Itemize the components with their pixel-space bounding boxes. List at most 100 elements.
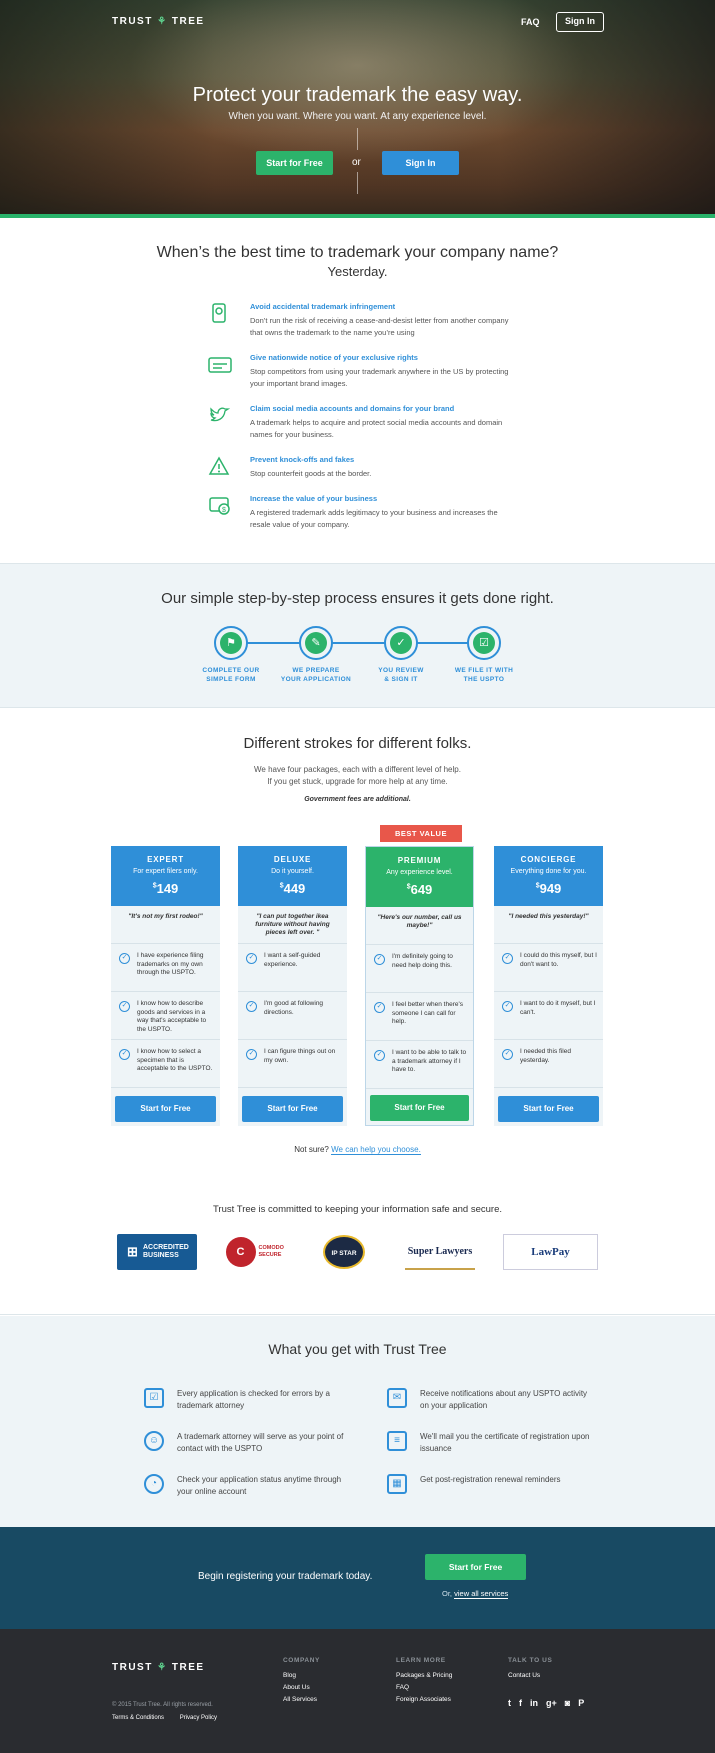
benefits-title: When’s the best time to trademark your c… <box>156 244 559 261</box>
check-icon: ✓ <box>119 953 130 964</box>
checklist-icon: ☑ <box>144 1388 164 1408</box>
legal-links: Terms & Conditions Privacy Policy <box>112 1715 231 1721</box>
plan-item: ✓ I want to be able to talk to a trademar… <box>366 1041 473 1089</box>
plan-item: ✓ I want to do it myself, but I can't. <box>494 992 603 1040</box>
feature-title: Prevent knock-offs and fakes <box>250 455 355 464</box>
process-step: ✓ YOU REVIEW & SIGN IT <box>356 626 446 684</box>
process-step: ✎ WE PREPARE YOUR APPLICATION <box>271 626 361 684</box>
plan-item: ✓ I'm definitely going to need help doing… <box>366 945 473 993</box>
plan-item: ✓ I know how to select a specimen that is… <box>111 1040 220 1088</box>
feature-title: Give nationwide notice of your exclusive… <box>250 353 418 362</box>
plan-item: ✓ I have experience filing trademarks on … <box>111 944 220 992</box>
hero-title: Protect your trademark the easy way. <box>192 84 523 106</box>
facebook-icon[interactable]: f <box>519 1698 522 1708</box>
footer-link-foreign[interactable]: Foreign Associates <box>396 1696 452 1703</box>
plan-price: $649 <box>406 882 433 897</box>
tree-icon: ⚘ <box>157 16 168 27</box>
process-step: ⚑ COMPLETE OUR SIMPLE FORM <box>186 626 276 684</box>
feature-desc: A trademark helps to acquire and protect… <box>250 418 503 439</box>
footer-link-contact[interactable]: Contact Us <box>508 1672 552 1679</box>
warning-icon <box>208 455 232 479</box>
get-item-text: Receive notifications about any USPTO ac… <box>420 1389 588 1410</box>
footer-link-services[interactable]: All Services <box>283 1696 320 1703</box>
plan-start-button[interactable]: Start for Free <box>498 1096 599 1122</box>
footer-link-pricing[interactable]: Packages & Pricing <box>396 1672 452 1679</box>
lawpay-logo: LawPay <box>503 1234 598 1270</box>
comodo-logo: C COMODO SECURE <box>225 1234 285 1270</box>
plan-start-button[interactable]: Start for Free <box>115 1096 216 1122</box>
get-item-text: Every application is checked for errors … <box>177 1389 330 1410</box>
pinterest-icon[interactable]: P <box>578 1698 584 1708</box>
social-links: t f in g+ ◙ P <box>508 1698 584 1708</box>
plan-expert: EXPERT For expert filers only. $149 "It'… <box>111 846 220 1126</box>
check-icon: ✓ <box>119 1049 130 1060</box>
linkedin-icon[interactable]: in <box>530 1698 538 1708</box>
gauge-icon: ◔ <box>144 1474 164 1494</box>
person-icon: ☺ <box>144 1431 164 1451</box>
plan-tagline: For expert filers only. <box>133 868 198 875</box>
instagram-icon[interactable]: ◙ <box>565 1698 570 1708</box>
faq-link[interactable]: FAQ <box>521 17 540 27</box>
plan-item: ✓ I'm good at following directions. <box>238 992 347 1040</box>
plan-quote: "I can put together ikea furniture witho… <box>238 906 347 944</box>
footer-col-learn: LEARN MORE Packages & Pricing FAQ Foreig… <box>396 1657 452 1708</box>
footer-heading: LEARN MORE <box>396 1657 446 1664</box>
plan-tagline: Any experience level. <box>386 869 453 876</box>
start-for-free-button[interactable]: Start for Free <box>256 151 333 175</box>
feature-title: Avoid accidental trademark infringement <box>250 302 396 311</box>
document-icon: ☑ <box>473 632 495 654</box>
plan-item: ✓ I feel better when there's someone I ca… <box>366 993 473 1041</box>
page: TRUST ⚘ TREE FAQ Sign In Protect your tr… <box>0 0 715 1753</box>
get-item-text: We'll mail you the certificate of regist… <box>420 1432 590 1453</box>
plan-start-button[interactable]: Start for Free <box>242 1096 343 1122</box>
footer-link-faq[interactable]: FAQ <box>396 1684 452 1691</box>
step-label: COMPLETE OUR <box>202 667 260 674</box>
certificate-icon: ≡ <box>387 1431 407 1451</box>
step-label: WE FILE IT WITH <box>454 667 514 674</box>
google-plus-icon[interactable]: g+ <box>546 1698 557 1708</box>
get-title: What you get with Trust Tree <box>268 1341 447 1357</box>
logo[interactable]: TRUST ⚘ TREE <box>112 16 205 27</box>
plan-item: ✓ I can figure things out on my own. <box>238 1040 347 1088</box>
check-icon: ✓ <box>374 1050 385 1061</box>
cta-start-button[interactable]: Start for Free <box>425 1554 526 1580</box>
flag-icon: ⚑ <box>220 632 242 654</box>
government-fees-note: Government fees are additional. <box>304 796 411 803</box>
plan-name: CONCIERGE <box>520 855 577 864</box>
check-icon: ✓ <box>374 1002 385 1013</box>
copyright: © 2015 Trust Tree. All rights reserved. <box>112 1702 213 1708</box>
plan-quote: "It's not my first rodeo!" <box>111 906 220 944</box>
tree-icon: ⚘ <box>157 1662 168 1673</box>
plan-start-button[interactable]: Start for Free <box>370 1095 469 1121</box>
feature-desc: Stop counterfeit goods at the border. <box>250 469 372 478</box>
get-item-text: A trademark attorney will serve as your … <box>177 1432 344 1453</box>
step-label: THE USPTO <box>463 676 505 683</box>
twitter-icon[interactable]: t <box>508 1698 511 1708</box>
signin-button[interactable]: Sign In <box>556 12 604 32</box>
footer-heading: COMPANY <box>283 1657 320 1664</box>
plan-price: $949 <box>535 881 562 896</box>
plan-tagline: Everything done for you. <box>510 868 587 875</box>
pricing-title: Different strokes for different folks. <box>243 735 472 752</box>
plan-quote: "I needed this yesterday!" <box>494 906 603 944</box>
hero-signin-button[interactable]: Sign In <box>382 151 459 175</box>
view-all-services-link[interactable]: view all services <box>454 1589 509 1599</box>
mail-icon: ✉ <box>387 1388 407 1408</box>
shield-icon <box>208 302 232 326</box>
step-label: & SIGN IT <box>384 676 418 683</box>
footer-logo[interactable]: TRUST ⚘ TREE <box>112 1662 205 1673</box>
check-icon: ✓ <box>502 1001 513 1012</box>
cta-band: Begin registering your trademark today. … <box>0 1527 715 1629</box>
footer-link-blog[interactable]: Blog <box>283 1672 320 1679</box>
check-icon: ✓ <box>119 1001 130 1012</box>
terms-link[interactable]: Terms & Conditions <box>112 1715 164 1721</box>
privacy-link[interactable]: Privacy Policy <box>180 1715 217 1721</box>
help-choose-link[interactable]: We can help you choose. <box>331 1145 421 1155</box>
clipboard-icon: ✎ <box>305 632 327 654</box>
pricing-section: Different strokes for different folks. W… <box>0 709 715 1315</box>
plan-item: ✓ I want a self-guided experience. <box>238 944 347 992</box>
footer-link-about[interactable]: About Us <box>283 1684 320 1691</box>
pricing-intro: We have four packages, each with a diffe… <box>254 765 461 774</box>
not-sure-row: Not sure? We can help you choose. <box>294 1145 421 1155</box>
feature-desc: A registered trademark adds legitimacy t… <box>250 508 498 529</box>
